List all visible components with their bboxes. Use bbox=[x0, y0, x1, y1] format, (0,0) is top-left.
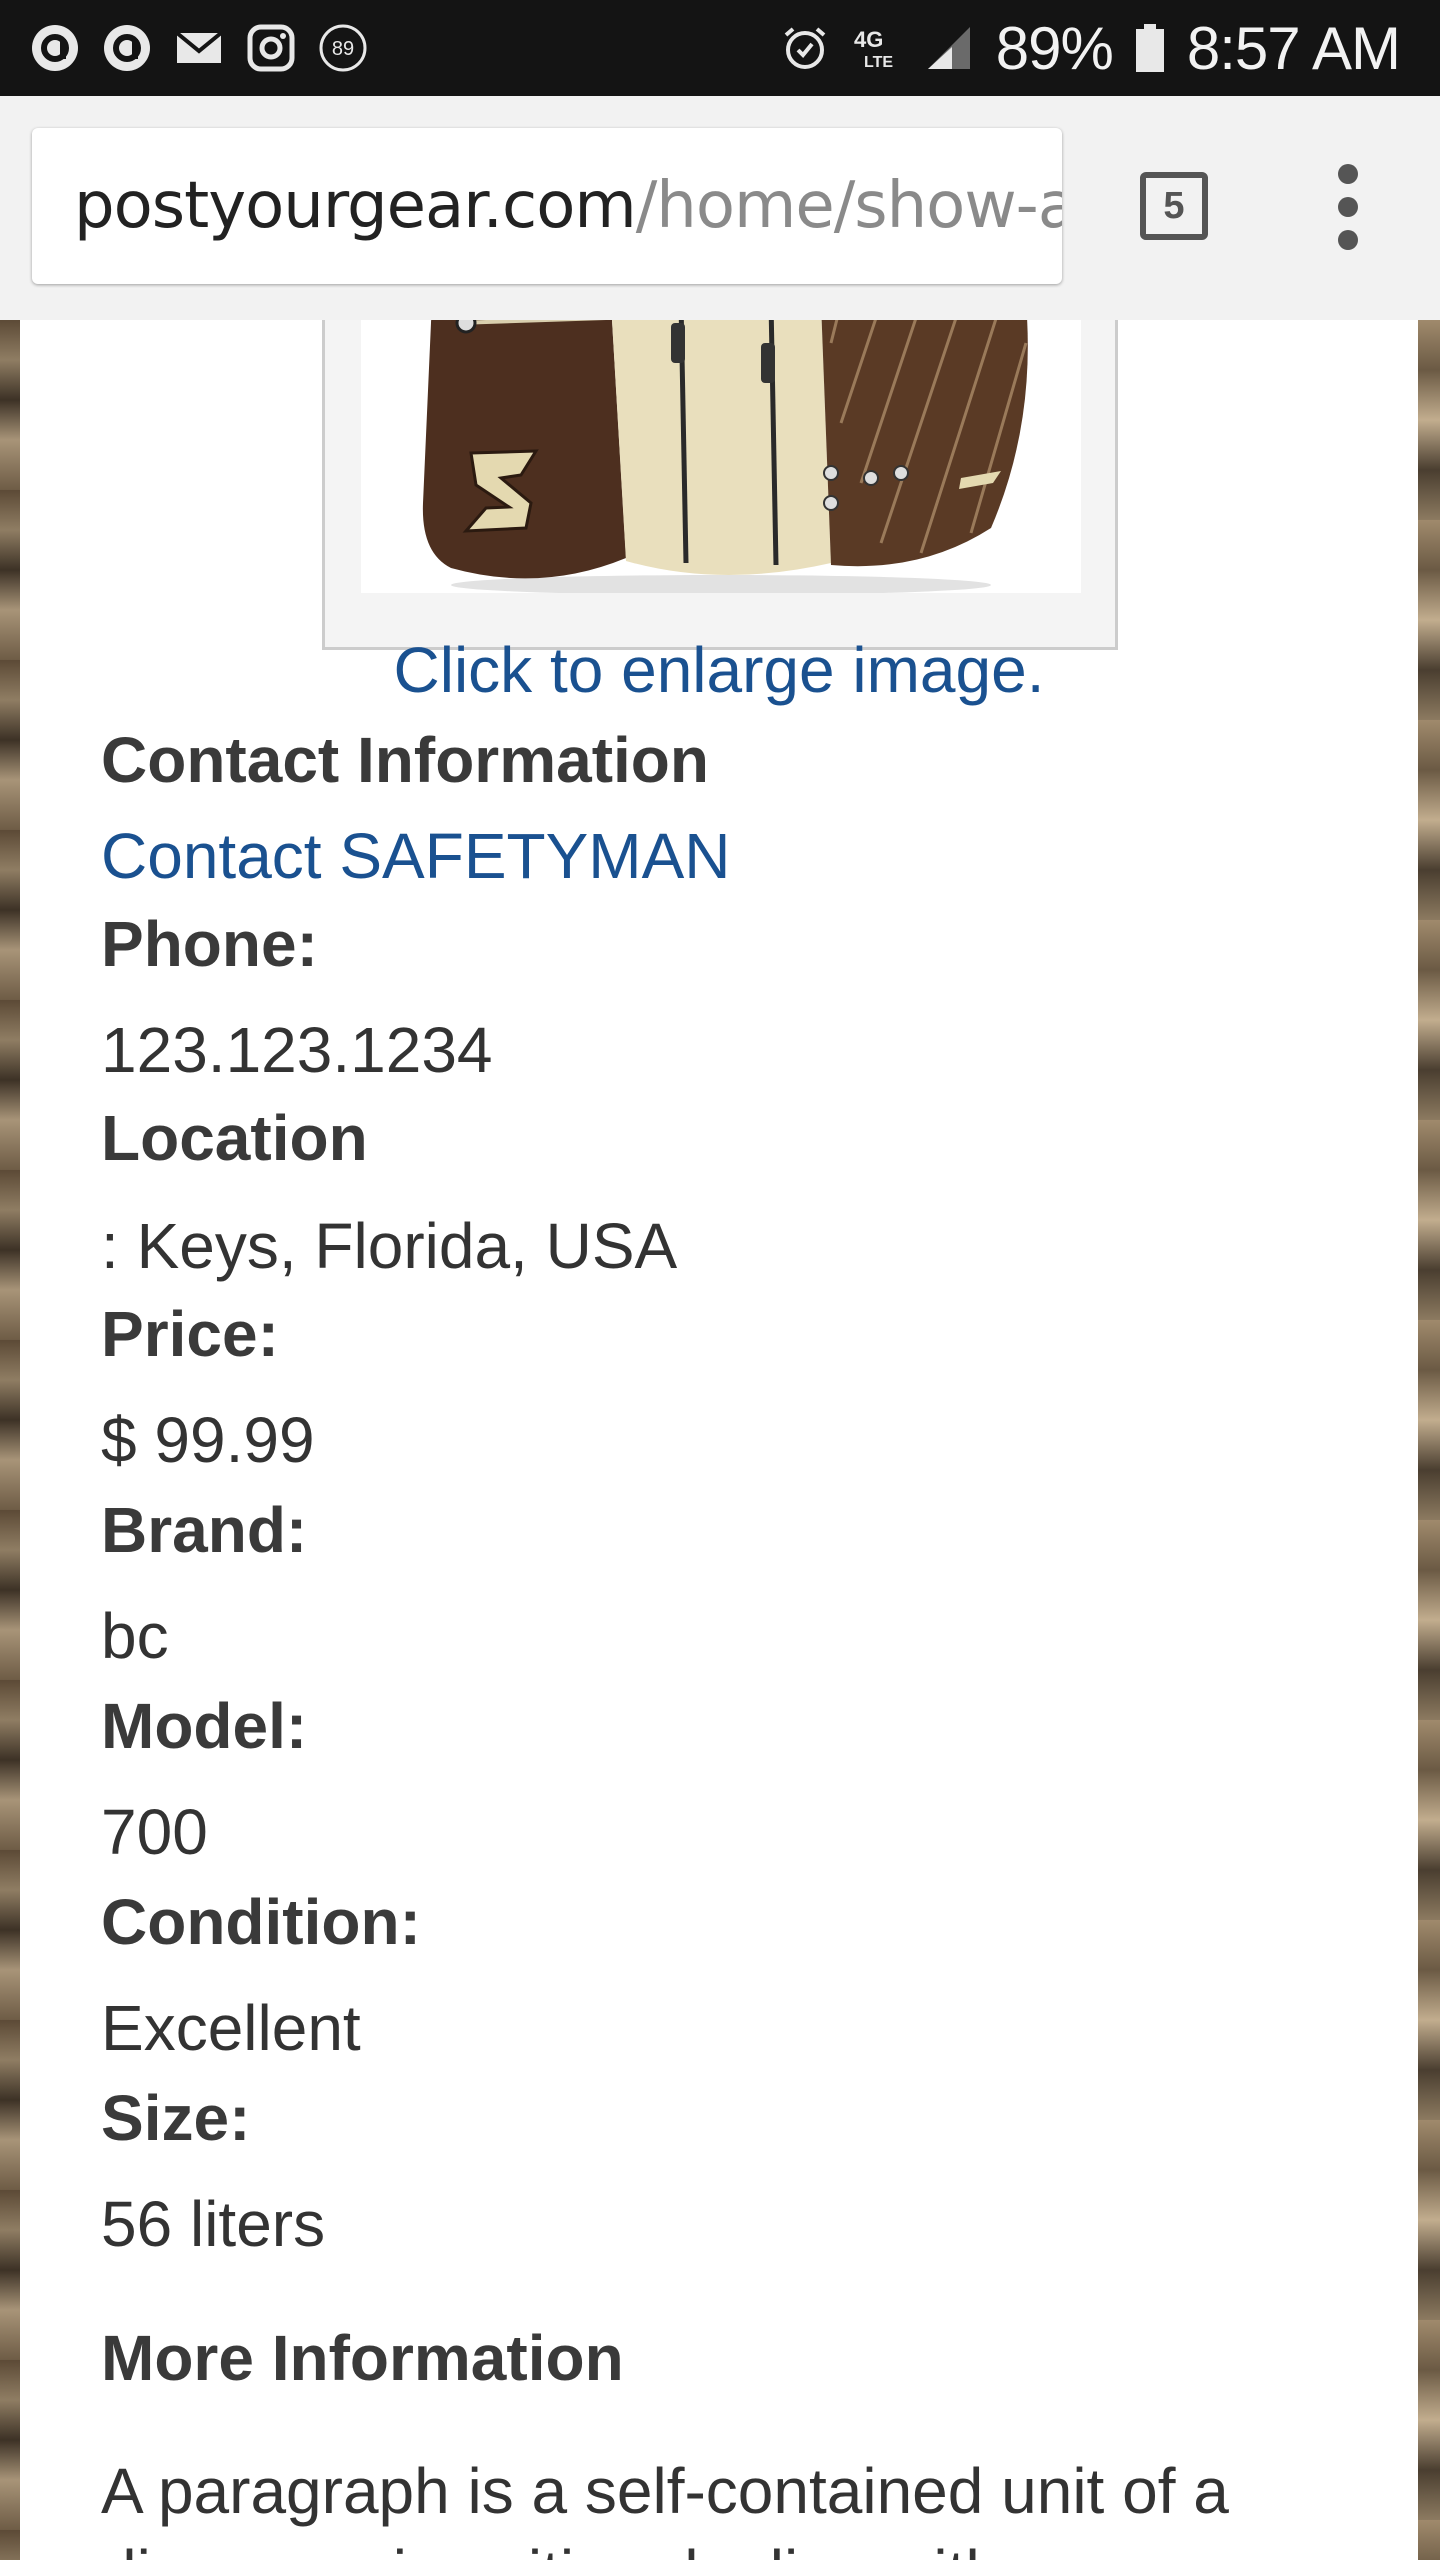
instagram-icon bbox=[247, 24, 295, 72]
condition-label: Condition: bbox=[101, 1886, 421, 1958]
backpack-image bbox=[422, 320, 1028, 593]
brand-label: Brand: bbox=[101, 1494, 308, 1566]
price-value: $ 99.99 bbox=[101, 1404, 315, 1476]
status-bar: 89 4G LTE 89% 8:57 AM bbox=[0, 0, 1440, 96]
more-info-heading: More Information bbox=[101, 2322, 624, 2394]
notification-icons: 89 bbox=[30, 22, 368, 74]
tab-switcher-button[interactable]: 5 bbox=[1140, 172, 1208, 240]
listing-content: Click to enlarge image. Contact Informat… bbox=[20, 320, 1418, 2560]
signal-icon bbox=[927, 27, 970, 69]
tab-count: 5 bbox=[1163, 184, 1185, 227]
size-value: 56 liters bbox=[101, 2188, 326, 2260]
network-4g-icon: 4G LTE bbox=[854, 27, 893, 71]
phone-label: Phone: bbox=[101, 908, 318, 980]
brand-value: bc bbox=[101, 1600, 169, 1672]
battery-percent: 89% bbox=[995, 14, 1114, 82]
app-a-icon bbox=[104, 25, 150, 71]
system-icons: 4G LTE 89% 8:57 AM bbox=[780, 10, 1401, 86]
overflow-menu-icon[interactable] bbox=[1320, 162, 1376, 252]
browser-toolbar: postyourgear.com/home/show-ac 5 bbox=[0, 96, 1440, 322]
clock: 8:57 AM bbox=[1186, 14, 1401, 82]
page-background-left bbox=[0, 320, 20, 2560]
model-label: Model: bbox=[101, 1690, 308, 1762]
url-bar[interactable]: postyourgear.com/home/show-ac bbox=[32, 128, 1062, 284]
url-text[interactable]: postyourgear.com/home/show-ac bbox=[74, 170, 1062, 242]
badge-count: 89 bbox=[332, 38, 354, 60]
price-label: Price: bbox=[101, 1298, 279, 1370]
menu-dot bbox=[1338, 230, 1358, 250]
location-label: Location bbox=[101, 1102, 368, 1174]
battery-icon bbox=[1135, 24, 1164, 72]
menu-dot bbox=[1338, 164, 1358, 184]
product-image-frame[interactable] bbox=[322, 320, 1118, 650]
size-label: Size: bbox=[101, 2082, 251, 2154]
location-value: : Keys, Florida, USA bbox=[101, 1210, 678, 1282]
page-background-right bbox=[1418, 320, 1440, 2560]
menu-dot bbox=[1338, 197, 1358, 217]
url-host: postyourgear.com bbox=[74, 169, 637, 243]
svg-text:4G: 4G bbox=[854, 27, 883, 52]
condition-value: Excellent bbox=[101, 1992, 361, 2064]
enlarge-image-link[interactable]: Click to enlarge image. bbox=[20, 632, 1418, 708]
svg-text:LTE: LTE bbox=[864, 54, 893, 71]
alarm-icon bbox=[784, 27, 826, 69]
model-value: 700 bbox=[101, 1796, 208, 1868]
phone-value: 123.123.1234 bbox=[101, 1014, 493, 1086]
mail-icon bbox=[175, 31, 223, 63]
badge-count-icon: 89 bbox=[319, 24, 367, 72]
more-info-paragraph: A paragraph is a self-contained unit of … bbox=[101, 2455, 1229, 2560]
contact-heading: Contact Information bbox=[101, 724, 709, 796]
product-image[interactable] bbox=[361, 320, 1081, 593]
app-a-icon bbox=[32, 25, 78, 71]
url-path: /home/show-ac bbox=[635, 169, 1062, 243]
contact-seller-link[interactable]: Contact SAFETYMAN bbox=[101, 818, 731, 894]
